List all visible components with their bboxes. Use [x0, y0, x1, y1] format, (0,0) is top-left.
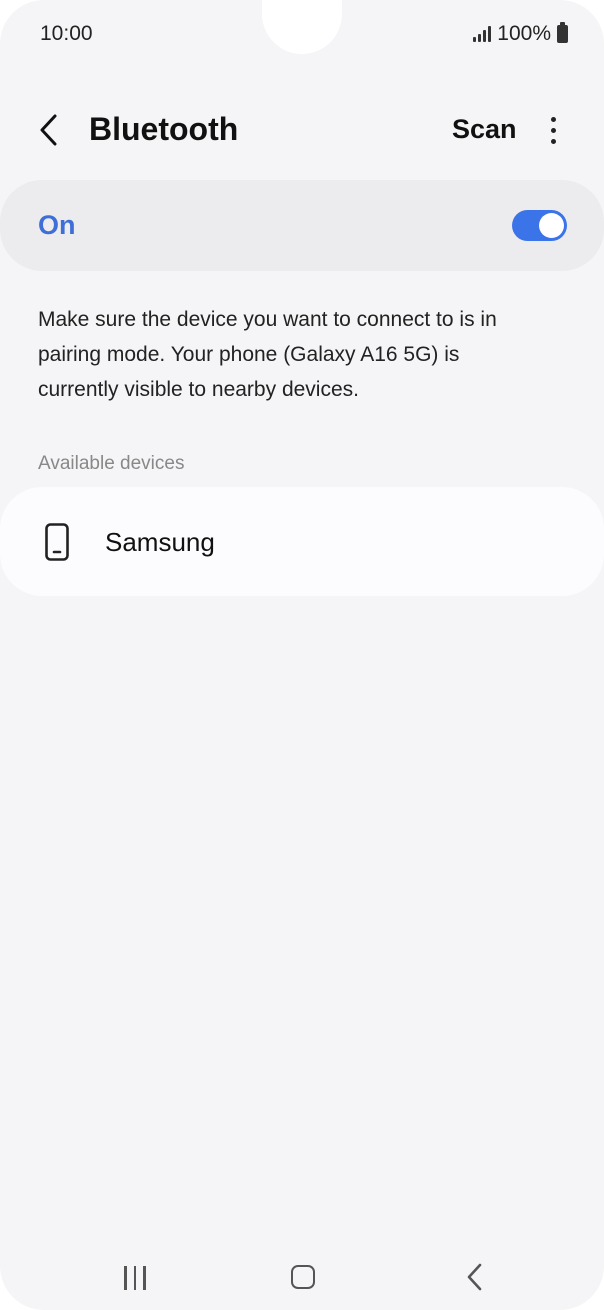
home-icon [291, 1265, 315, 1289]
more-options-button[interactable] [536, 110, 570, 150]
recent-apps-button[interactable] [110, 1258, 160, 1298]
status-indicators: 100% [473, 22, 568, 46]
page-title: Bluetooth [89, 111, 239, 147]
smartphone-icon [45, 523, 69, 561]
toggle-knob [539, 213, 564, 238]
back-button[interactable] [26, 102, 72, 158]
chevron-left-icon [40, 114, 57, 146]
home-button[interactable] [280, 1256, 326, 1298]
navigation-bar [0, 1240, 604, 1310]
app-bar: Bluetooth Scan [0, 96, 604, 166]
scan-button[interactable]: Scan [452, 114, 517, 145]
device-name: Samsung [105, 527, 215, 557]
bluetooth-toggle[interactable] [512, 210, 567, 241]
battery-icon [557, 22, 568, 43]
back-icon [467, 1263, 482, 1291]
status-time: 10:00 [40, 22, 93, 45]
more-vert-icon [550, 116, 556, 122]
available-devices-list: Samsung [0, 487, 604, 596]
bluetooth-settings-screen: 10:00 100% Bluetooth Scan On Make sure t… [0, 0, 604, 1310]
device-item-samsung[interactable]: Samsung [0, 487, 604, 596]
pairing-description: Make sure the device you want to connect… [38, 308, 497, 401]
battery-percentage: 100% [497, 22, 551, 45]
available-devices-header: Available devices [38, 453, 185, 474]
recent-apps-icon [124, 1266, 127, 1290]
master-switch-label: On [38, 210, 76, 240]
cellular-signal-icon [473, 26, 492, 42]
status-bar: 10:00 100% [0, 0, 604, 70]
nav-back-button[interactable] [452, 1256, 498, 1298]
